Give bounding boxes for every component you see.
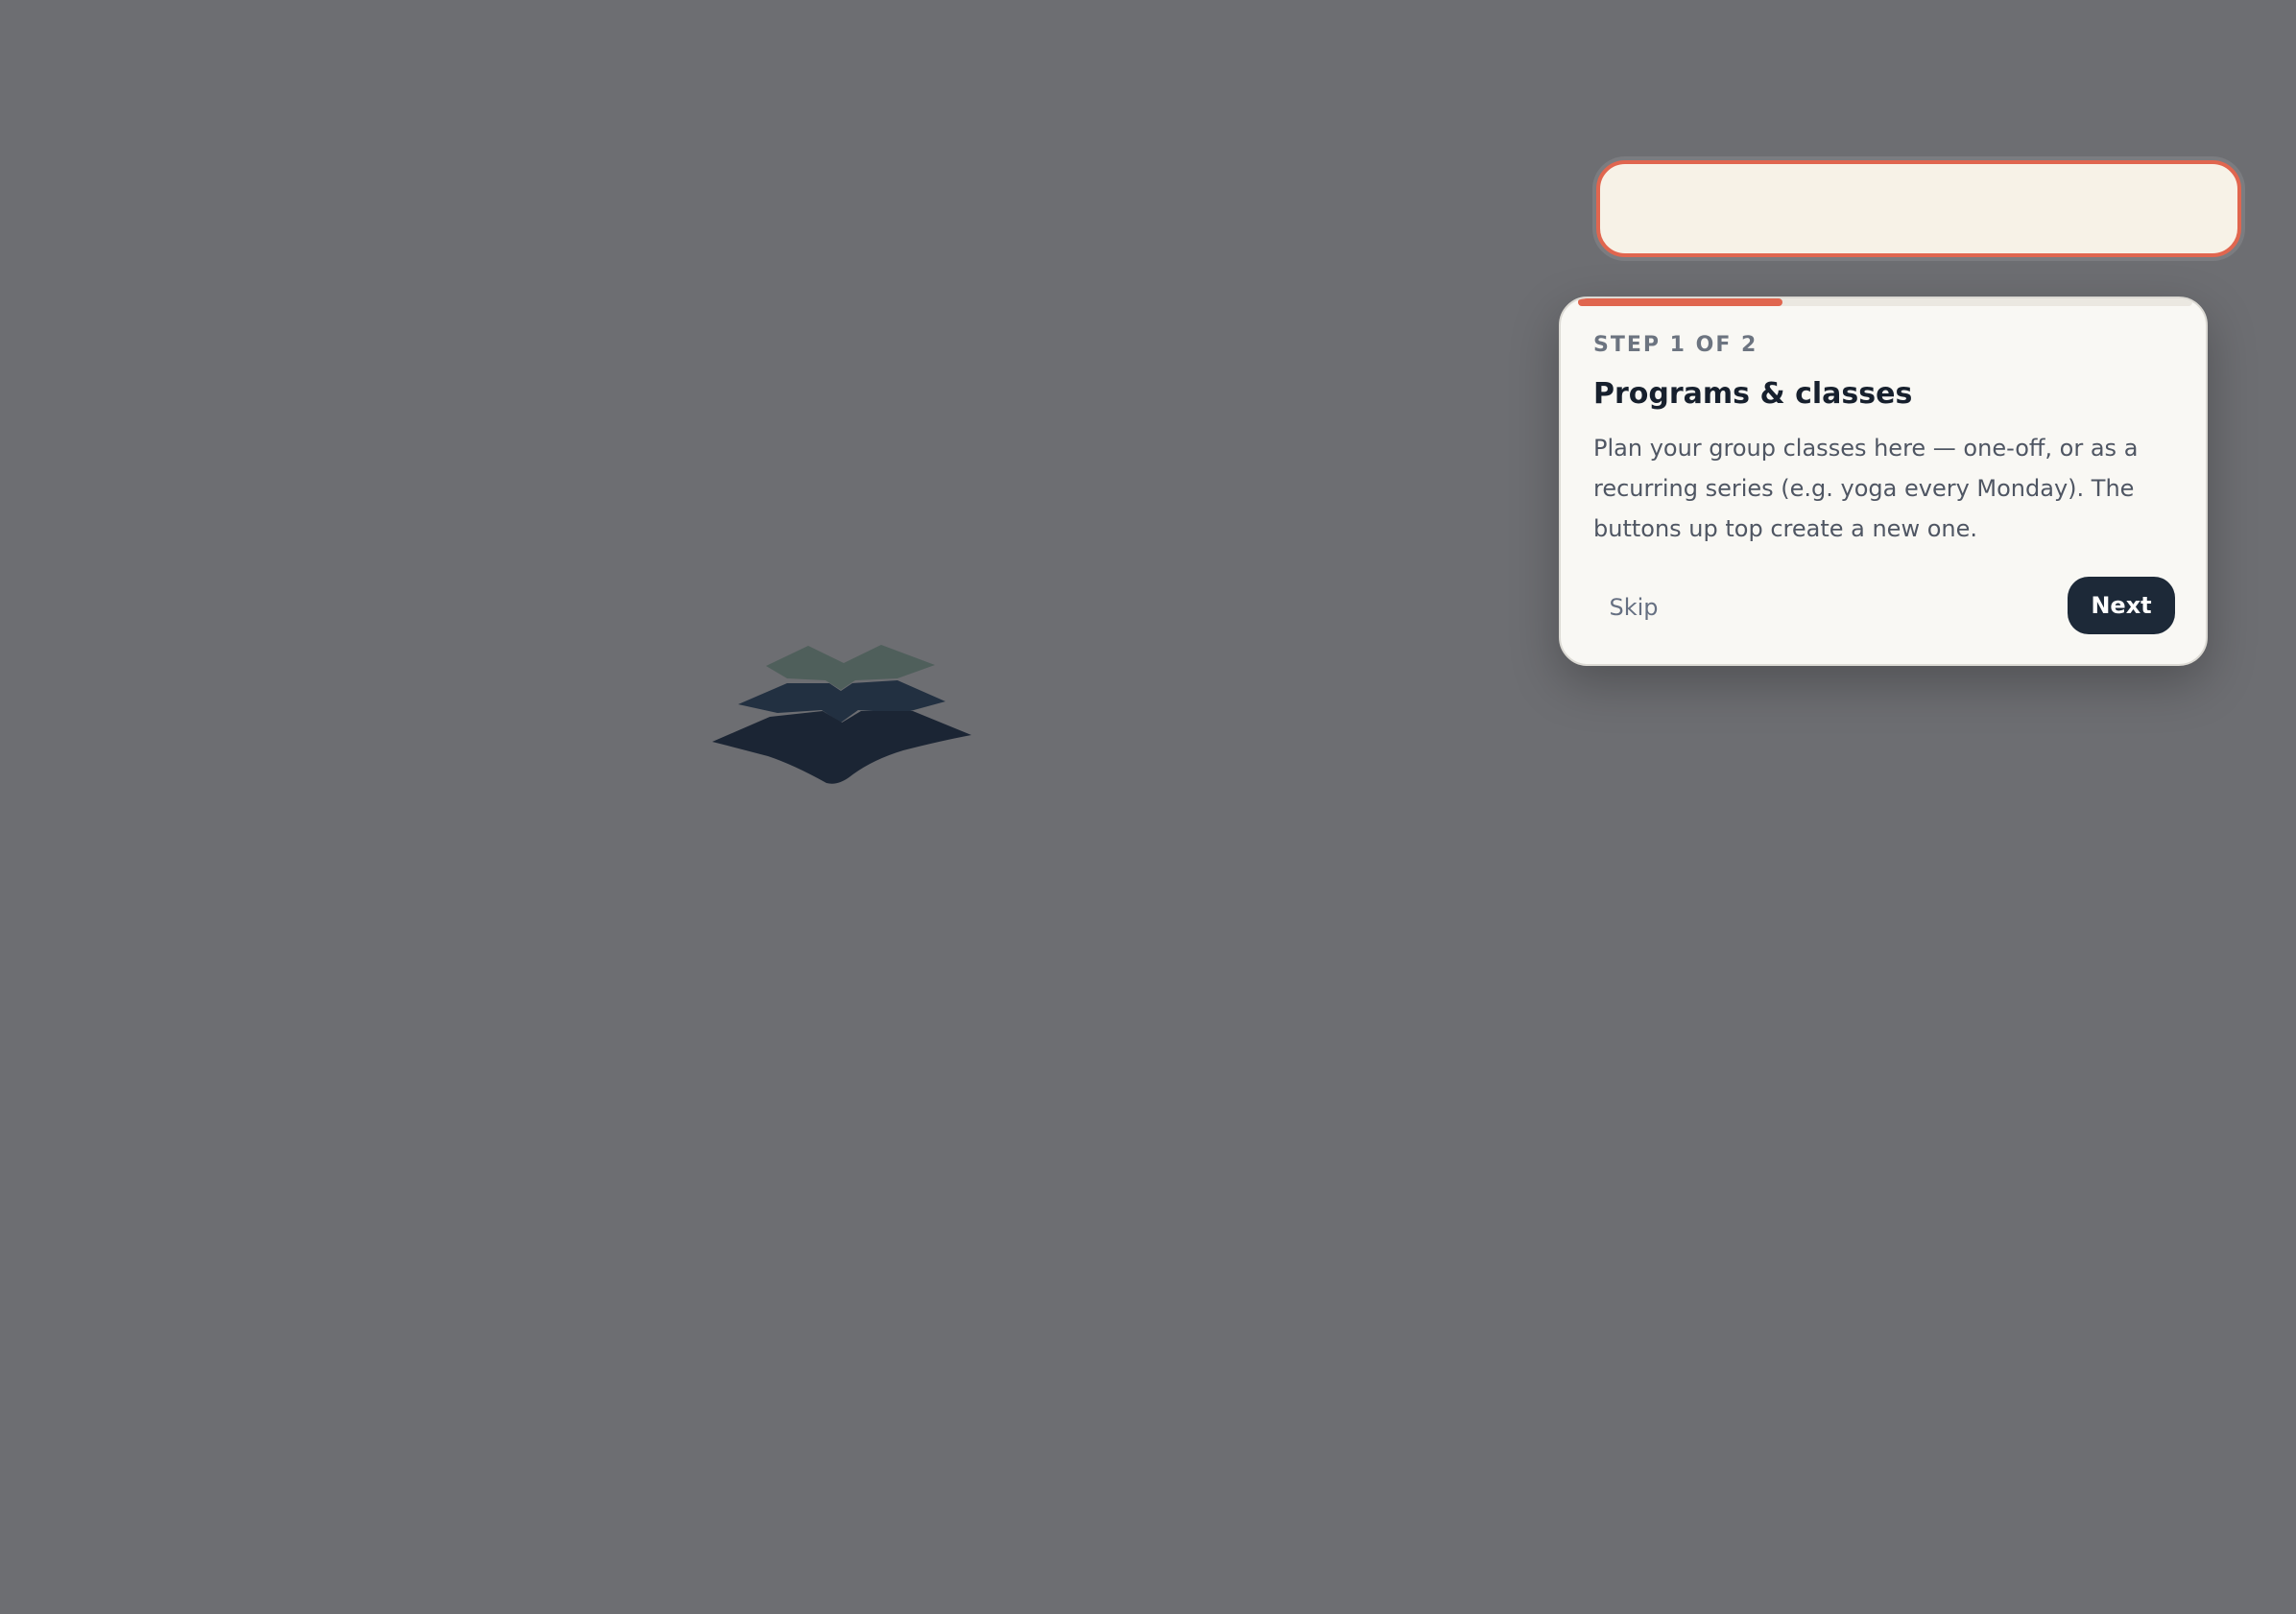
tour-progress-fill <box>1578 298 1783 306</box>
highlighted-target-area <box>1596 160 2241 257</box>
logo-top-layer <box>766 645 935 690</box>
tour-description: Plan your group classes here — one-off, … <box>1593 435 2139 542</box>
skip-button[interactable]: Skip <box>1593 579 1674 636</box>
tour-title: Programs & classes <box>1593 377 1913 411</box>
tour-step-label: STEP 1 OF 2 <box>1593 333 1758 357</box>
onboarding-overlay: STEP 1 OF 2 Programs & classes Plan your… <box>0 0 2296 1614</box>
logo-bottom-layer <box>712 711 971 784</box>
tour-progress-track <box>1578 298 2192 306</box>
stacked-layers-logo-icon <box>712 645 971 784</box>
onboarding-tour-card: STEP 1 OF 2 Programs & classes Plan your… <box>1559 297 2208 666</box>
next-button[interactable]: Next <box>2068 577 2175 634</box>
